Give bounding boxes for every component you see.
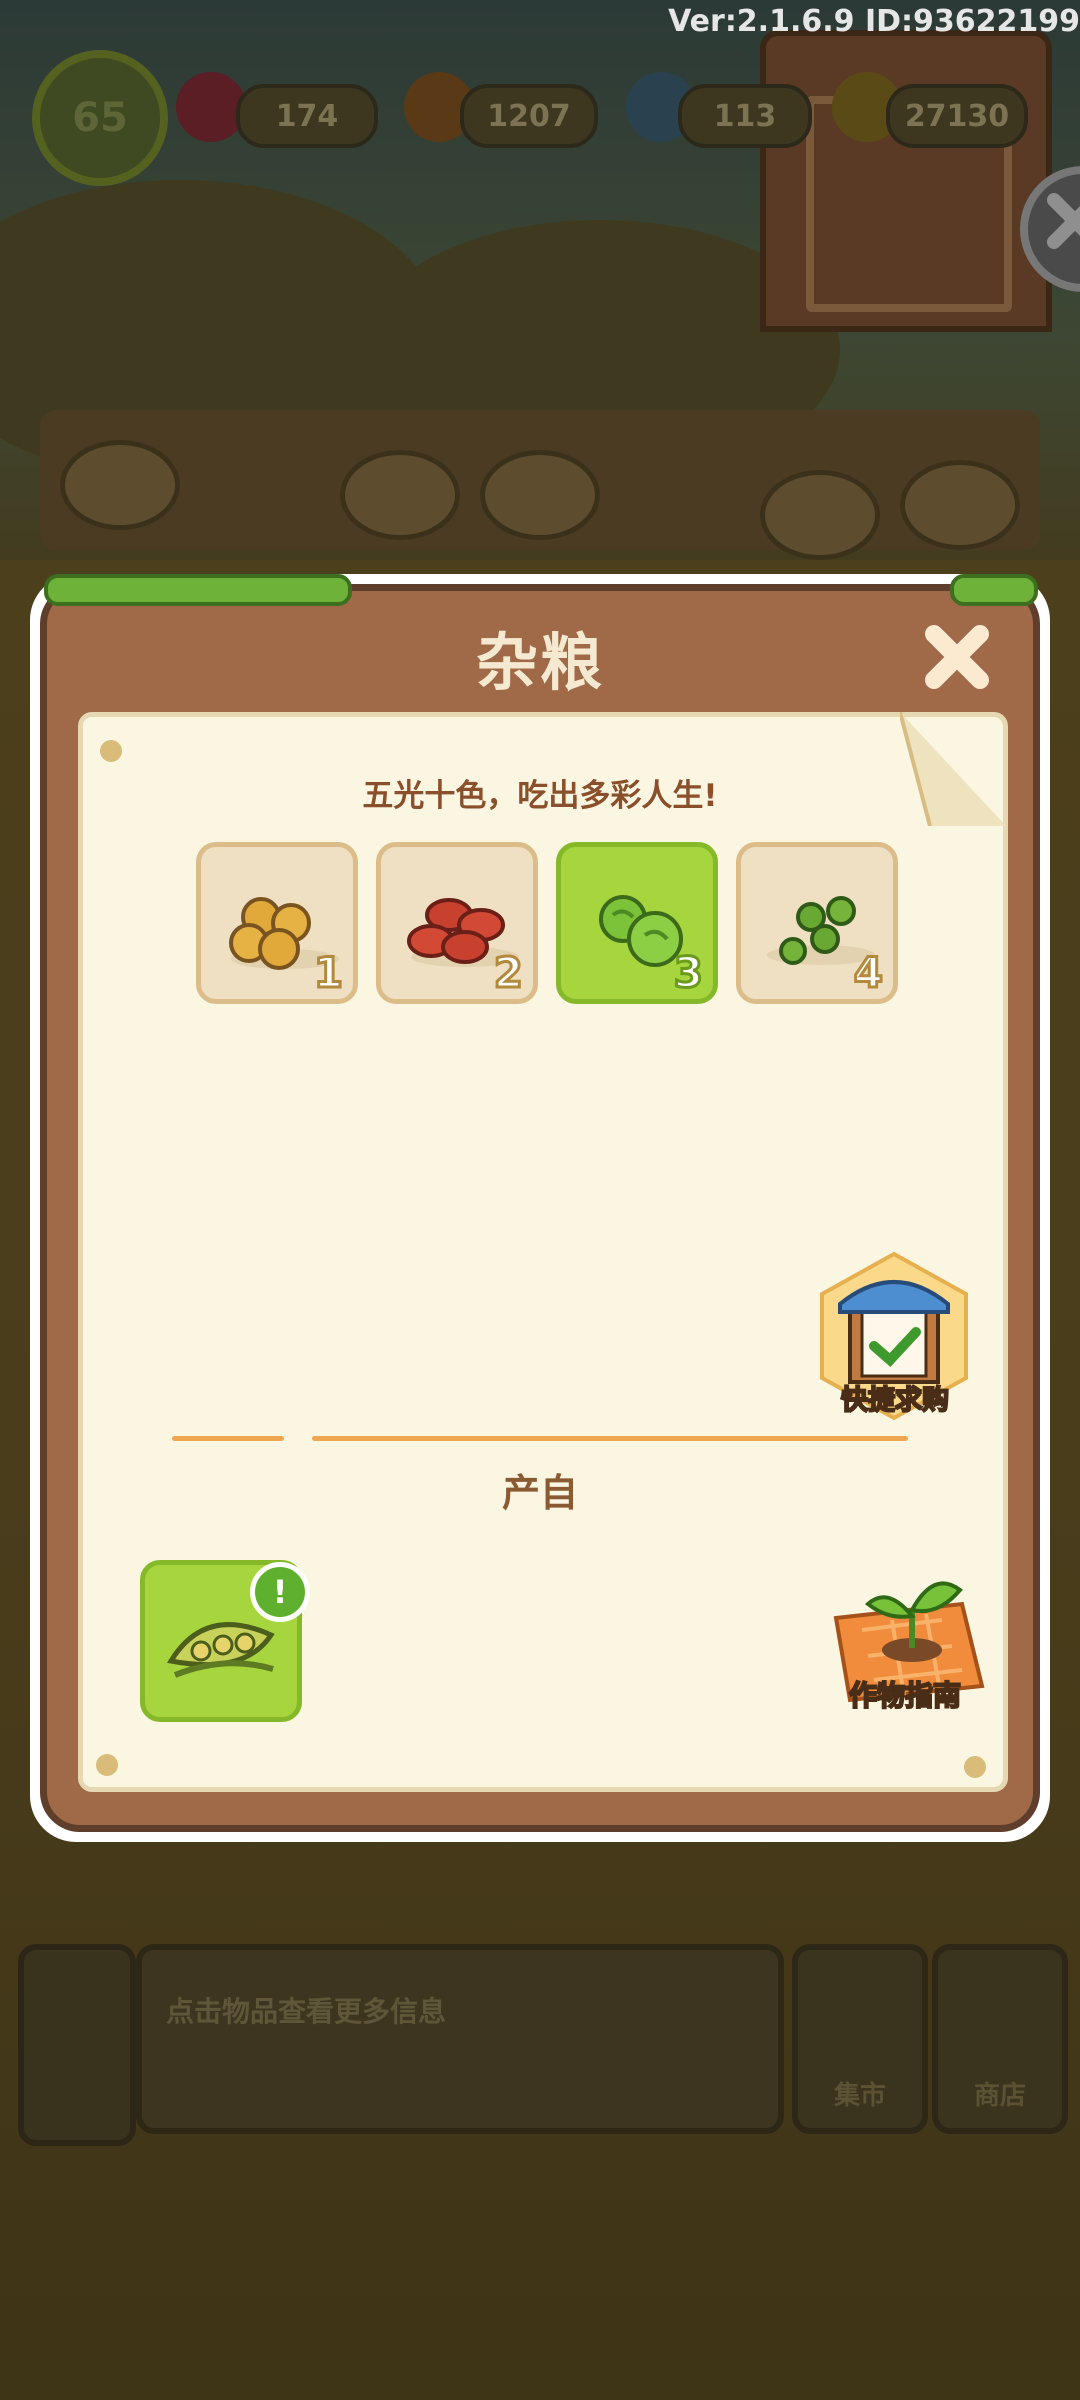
quick-buy-label: 快捷求购	[840, 1384, 950, 1417]
dish	[60, 440, 180, 530]
pin	[964, 1756, 986, 1778]
dish	[760, 470, 880, 560]
stage-number: 4	[852, 947, 884, 999]
close-icon	[1047, 193, 1080, 249]
market-button[interactable]: 集市	[792, 1944, 928, 2134]
crop-slogan: 五光十色，吃出多彩人生!	[362, 778, 718, 814]
crop-guide-label: 作物指南	[848, 1678, 962, 1713]
stage-slot-1[interactable]: 1	[196, 842, 358, 1004]
stage-number: 1	[312, 947, 344, 999]
back-button[interactable]	[18, 1944, 136, 2146]
carrots-counter[interactable]: 1207	[460, 84, 598, 148]
stage-slot-4[interactable]: 4	[736, 842, 898, 1004]
stage-slot-2[interactable]: 2	[376, 842, 538, 1004]
shop-button[interactable]: 商店	[932, 1944, 1068, 2134]
coins-counter[interactable]: 27130	[886, 84, 1028, 148]
gems-counter[interactable]: 174	[236, 84, 378, 148]
grass-decoration	[950, 574, 1038, 606]
produced-from-heading: 产自	[501, 1471, 578, 1515]
dish	[340, 450, 460, 540]
pin	[100, 740, 122, 762]
stage-number: 2	[492, 947, 524, 999]
barn	[760, 30, 1052, 332]
pin	[96, 1754, 118, 1776]
stage-slot-3[interactable]: 3	[556, 842, 718, 1004]
version-label: Ver:2.1.6.9 ID:93622199	[668, 4, 1080, 39]
dish	[480, 450, 600, 540]
energy-counter[interactable]: 113	[678, 84, 812, 148]
alert-badge: !	[250, 1562, 310, 1622]
divider	[312, 1436, 908, 1441]
stage-number: 3	[672, 947, 704, 999]
level-badge[interactable]: 65	[32, 50, 168, 186]
divider	[172, 1436, 284, 1441]
close-icon[interactable]	[920, 620, 994, 694]
modal-title: 杂粮	[475, 626, 604, 699]
hint-panel: 点击物品查看更多信息	[136, 1944, 784, 2134]
dish	[900, 460, 1020, 550]
grass-decoration	[44, 574, 352, 606]
